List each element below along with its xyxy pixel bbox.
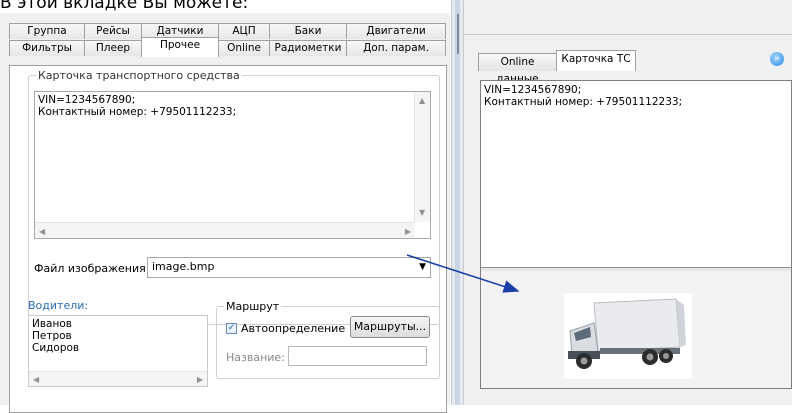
vehicle-info-panel: Online данные Карточка ТС » VIN=12345678…: [464, 0, 792, 405]
vehicle-card-line: Контактный номер: +79501112233;: [38, 106, 237, 118]
vertical-scrollbar[interactable]: ▲ ▼: [414, 92, 430, 222]
image-file-select[interactable]: image.bmp ▼: [147, 257, 431, 278]
tab-extra-params[interactable]: Доп. парам.: [346, 40, 446, 56]
card-image-area: [481, 271, 791, 388]
tab-radiotags[interactable]: Радиометки: [269, 40, 347, 56]
tab-adc[interactable]: АЦП: [218, 23, 270, 39]
tab-tanks[interactable]: Баки: [269, 23, 347, 39]
drivers-horizontal-scrollbar[interactable]: ◀ ▶: [29, 371, 207, 386]
vehicle-card-title: Карточка транспортного средства: [36, 69, 242, 82]
tab-vehicle-card[interactable]: Карточка ТС: [556, 50, 636, 71]
splitter-track: [455, 0, 460, 405]
auto-detect-label: Автоопределение: [241, 322, 346, 335]
card-text: VIN=1234567890; Контактный номер: +79501…: [484, 84, 682, 108]
tab-online[interactable]: Online: [218, 40, 270, 56]
divider: [464, 34, 792, 35]
route-title: Маршрут: [224, 300, 282, 313]
tab-row-2: Фильтры Плеер Прочее Online Радиометки Д…: [9, 37, 446, 57]
tab-trips[interactable]: Рейсы: [84, 23, 142, 39]
vehicle-card-line: VIN=1234567890;: [38, 94, 136, 106]
chevron-down-icon[interactable]: ▼: [419, 262, 426, 272]
scroll-right-icon[interactable]: ▶: [197, 374, 203, 386]
page-header-text: В этой вкладке Вы можете:: [0, 0, 249, 13]
tab-group[interactable]: Группа: [9, 23, 85, 39]
truck-image: [564, 293, 692, 379]
driver-item[interactable]: Сидоров: [32, 342, 204, 354]
tab-online-data[interactable]: Online данные: [478, 53, 557, 85]
panel-splitter[interactable]: [451, 0, 464, 405]
route-name-label: Название:: [226, 351, 285, 364]
tab-engines[interactable]: Двигатели: [346, 23, 446, 39]
scroll-down-icon[interactable]: ▼: [419, 207, 425, 219]
route-name-input[interactable]: [288, 346, 427, 366]
drivers-list[interactable]: Иванов Петров Сидоров ◀ ▶: [28, 315, 208, 387]
vehicle-card-textarea[interactable]: VIN=1234567890; Контактный номер: +79501…: [34, 91, 431, 239]
double-chevron-right-icon[interactable]: »: [770, 52, 784, 66]
tab-other[interactable]: Прочее: [141, 37, 219, 57]
scroll-right-icon[interactable]: ▶: [405, 226, 411, 238]
vehicle-card-view: VIN=1234567890; Контактный номер: +79501…: [480, 80, 792, 389]
routes-button[interactable]: Маршруты...: [350, 316, 430, 338]
splitter-handle[interactable]: [457, 14, 459, 54]
drivers-title: Водители:: [28, 299, 89, 312]
scroll-up-icon[interactable]: ▲: [419, 95, 425, 107]
auto-detect-checkbox[interactable]: ✓: [226, 323, 237, 334]
horizontal-scrollbar[interactable]: ◀ ▶: [35, 222, 415, 238]
tab-content-other: Карточка транспортного средства VIN=1234…: [9, 65, 447, 413]
image-file-label: Файл изображения:: [34, 262, 150, 275]
tab-row-1: Группа Рейсы Датчики АЦП Баки Двигатели: [9, 23, 446, 39]
card-line: Контактный номер: +79501112233;: [484, 96, 683, 108]
settings-dialog: Группа Рейсы Датчики АЦП Баки Двигатели …: [0, 13, 450, 413]
driver-item[interactable]: Иванов: [32, 318, 204, 330]
tab-filters[interactable]: Фильтры: [9, 40, 85, 56]
scroll-left-icon[interactable]: ◀: [39, 226, 45, 238]
card-line: VIN=1234567890;: [484, 84, 582, 96]
tab-player[interactable]: Плеер: [84, 40, 142, 56]
image-file-value: image.bmp: [152, 260, 215, 273]
scroll-left-icon[interactable]: ◀: [33, 374, 39, 386]
driver-item[interactable]: Петров: [32, 330, 204, 342]
